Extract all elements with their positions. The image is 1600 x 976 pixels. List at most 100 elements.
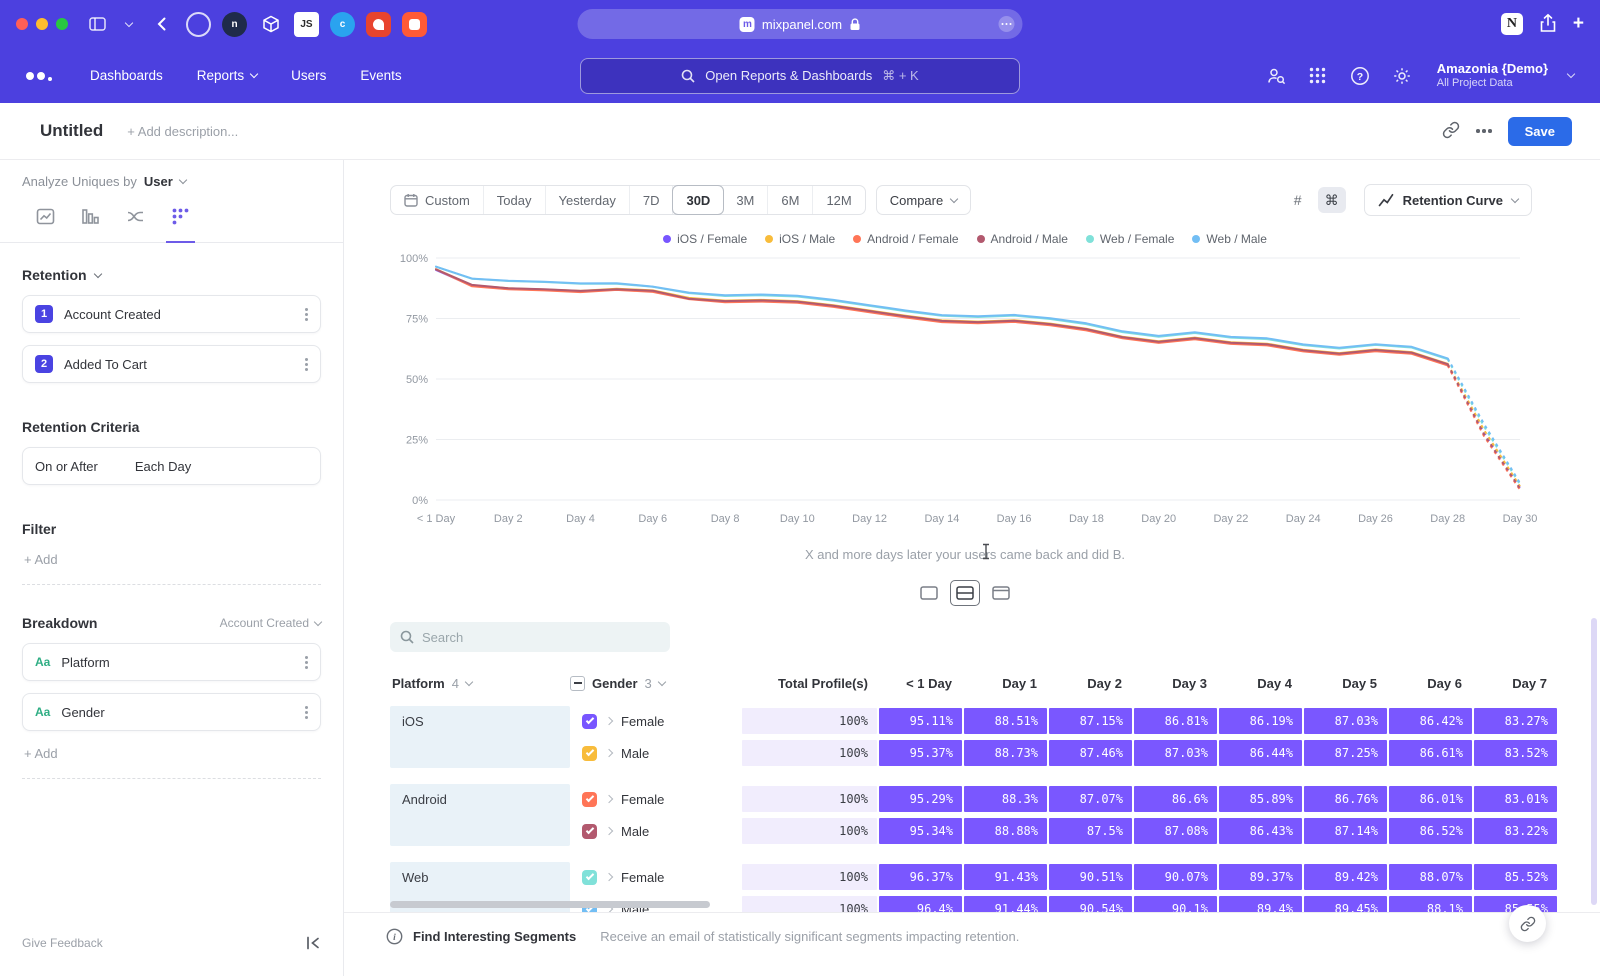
close-window-button[interactable] — [16, 18, 28, 30]
floating-share-button[interactable] — [1509, 905, 1546, 942]
tab-funnels[interactable] — [81, 207, 100, 242]
day-column-header[interactable]: Day 5 — [1302, 676, 1387, 691]
browser-back-icon[interactable] — [150, 13, 172, 35]
retention-chart[interactable]: 100%75%50%25%0%< 1 DayDay 2Day 4Day 6Day… — [390, 250, 1570, 534]
gender-cell[interactable]: Female — [570, 792, 740, 807]
add-description[interactable]: + Add description... — [127, 124, 238, 139]
step-event-name[interactable]: Added To Cart — [64, 357, 147, 372]
day-column-header[interactable]: Day 6 — [1387, 676, 1472, 691]
retention-cell[interactable]: 87.08% — [1134, 818, 1217, 844]
retention-cell[interactable]: 87.5% — [1049, 818, 1132, 844]
retention-cell[interactable]: 86.61% — [1389, 740, 1472, 766]
retention-cell[interactable]: 86.6% — [1134, 786, 1217, 812]
save-button[interactable]: Save — [1508, 117, 1572, 146]
retention-cell[interactable]: 86.44% — [1219, 740, 1302, 766]
add-filter-button[interactable]: + Add — [22, 537, 321, 585]
apps-grid-icon[interactable] — [1307, 65, 1329, 87]
retention-cell[interactable]: 88.88% — [964, 818, 1047, 844]
day-column-header[interactable]: < 1 Day — [877, 676, 962, 691]
retention-cell[interactable]: 87.03% — [1134, 740, 1217, 766]
add-breakdown-button[interactable]: + Add — [22, 731, 321, 779]
legend-item[interactable]: iOS / Female — [663, 232, 747, 246]
retention-cell[interactable]: 88.51% — [964, 708, 1047, 734]
expand-chevron-icon[interactable] — [605, 717, 613, 725]
breakdown-row[interactable]: Aa Gender — [22, 693, 321, 731]
more-options-icon[interactable] — [1482, 129, 1486, 133]
retention-cell[interactable]: 89.42% — [1304, 864, 1387, 890]
series-checkbox[interactable] — [582, 714, 597, 729]
expand-chevron-icon[interactable] — [605, 873, 613, 881]
extension-icon[interactable]: n — [222, 12, 247, 37]
retention-cell[interactable]: 90.51% — [1049, 864, 1132, 890]
gender-cell[interactable]: Male — [570, 746, 740, 761]
platform-cell[interactable]: Android — [390, 784, 570, 846]
breakdown-menu-icon[interactable] — [305, 711, 308, 714]
gender-column-header[interactable]: Gender 3 — [570, 676, 740, 691]
retention-cell[interactable]: 95.29% — [879, 786, 962, 812]
legend-item[interactable]: Android / Female — [853, 232, 958, 246]
share-icon[interactable] — [1539, 13, 1557, 36]
minimize-window-button[interactable] — [36, 18, 48, 30]
retention-cell[interactable]: 88.3% — [964, 786, 1047, 812]
grid-values-icon[interactable]: # — [1284, 187, 1312, 213]
range-12m[interactable]: 12M — [813, 186, 864, 214]
new-tab-icon[interactable]: + — [1573, 13, 1584, 35]
legend-item[interactable]: iOS / Male — [765, 232, 835, 246]
retention-cell[interactable]: 95.37% — [879, 740, 962, 766]
step-event-name[interactable]: Account Created — [64, 307, 161, 322]
extension-icon[interactable] — [366, 12, 391, 37]
retention-section-header[interactable]: Retention — [22, 267, 321, 283]
compare-button[interactable]: Compare — [876, 185, 971, 215]
settings-gear-icon[interactable] — [1391, 65, 1413, 87]
platform-column-header[interactable]: Platform 4 — [390, 676, 570, 691]
retention-cell[interactable]: 83.22% — [1474, 818, 1557, 844]
criteria-condition[interactable]: On or After — [35, 459, 98, 474]
step-menu-icon[interactable] — [305, 363, 308, 366]
layout-chart-only-button[interactable] — [914, 580, 944, 606]
retention-cell[interactable]: 90.07% — [1134, 864, 1217, 890]
browser-sidebar-toggle-icon[interactable] — [86, 13, 108, 35]
nav-dashboards[interactable]: Dashboards — [90, 68, 163, 83]
nav-events[interactable]: Events — [360, 68, 401, 83]
retention-cell[interactable]: 87.03% — [1304, 708, 1387, 734]
legend-item[interactable]: Web / Male — [1192, 232, 1266, 246]
extension-icon[interactable] — [258, 12, 283, 37]
retention-cell[interactable]: 86.42% — [1389, 708, 1472, 734]
expand-chevron-icon[interactable] — [605, 795, 613, 803]
total-profiles-header[interactable]: Total Profile(s) — [742, 676, 877, 691]
layout-table-only-button[interactable] — [986, 580, 1016, 606]
retention-cell[interactable]: 86.81% — [1134, 708, 1217, 734]
series-checkbox[interactable] — [582, 870, 597, 885]
extension-icon[interactable] — [186, 12, 211, 37]
retention-cell[interactable]: 86.76% — [1304, 786, 1387, 812]
retention-cell[interactable]: 86.19% — [1219, 708, 1302, 734]
retention-cell[interactable]: 88.73% — [964, 740, 1047, 766]
retention-cell[interactable]: 86.01% — [1389, 786, 1472, 812]
notion-extension-icon[interactable]: N — [1501, 13, 1523, 35]
platform-cell[interactable]: iOS — [390, 706, 570, 768]
retention-cell[interactable]: 91.43% — [964, 864, 1047, 890]
range-6m[interactable]: 6M — [768, 186, 813, 214]
retention-cell[interactable]: 95.34% — [879, 818, 962, 844]
retention-cell[interactable]: 87.25% — [1304, 740, 1387, 766]
copy-link-icon[interactable] — [1442, 121, 1460, 142]
analyze-entity-selector[interactable]: User — [144, 174, 173, 189]
mixpanel-logo[interactable] — [26, 71, 52, 81]
retention-cell[interactable]: 83.01% — [1474, 786, 1557, 812]
tab-retention[interactable] — [171, 207, 190, 242]
legend-item[interactable]: Web / Female — [1086, 232, 1174, 246]
collapse-sidebar-icon[interactable] — [305, 935, 321, 954]
range-custom[interactable]: Custom — [391, 186, 484, 214]
table-search[interactable] — [390, 622, 670, 652]
breakdown-property-name[interactable]: Platform — [61, 655, 109, 670]
range-30d[interactable]: 30D — [672, 185, 724, 215]
vertical-scrollbar[interactable] — [1591, 618, 1597, 905]
retention-cell[interactable]: 87.07% — [1049, 786, 1132, 812]
criteria-row[interactable]: On or After Each Day — [22, 447, 321, 485]
help-icon[interactable]: ? — [1349, 65, 1371, 87]
global-search-button[interactable]: Open Reports & Dashboards ⌘ + K — [580, 58, 1020, 94]
gender-cell[interactable]: Male — [570, 824, 740, 839]
expand-chevron-icon[interactable] — [605, 749, 613, 757]
retention-cell[interactable]: 85.89% — [1219, 786, 1302, 812]
series-checkbox[interactable] — [582, 824, 597, 839]
